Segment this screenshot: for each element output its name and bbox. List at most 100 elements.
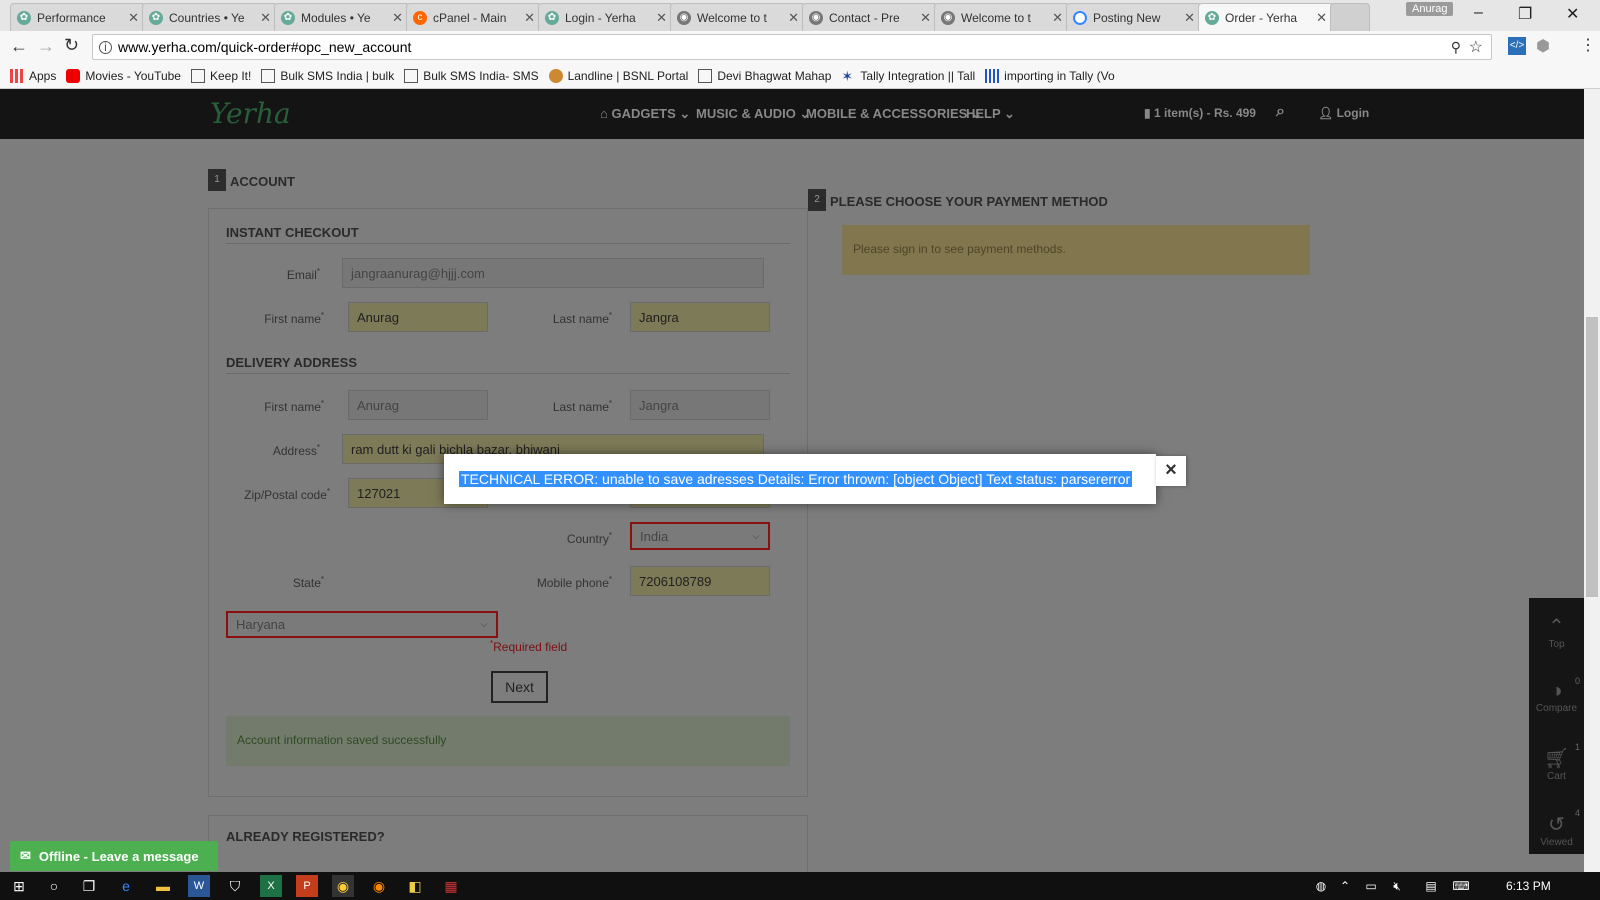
country-select[interactable]: India ⌵ bbox=[630, 522, 770, 550]
chrome-icon[interactable]: ◉ bbox=[332, 875, 354, 897]
browser-tab[interactable]: ✿ Login - Yerha ✕ bbox=[538, 3, 674, 31]
nav-music-audio[interactable]: MUSIC & AUDIO ⌄ bbox=[696, 106, 810, 122]
reload-icon[interactable]: ↻ bbox=[64, 35, 79, 56]
bookmark-keep-it[interactable]: Keep It! bbox=[190, 68, 251, 83]
state-select[interactable]: Haryana ⌵ bbox=[226, 611, 498, 638]
close-icon[interactable]: ✕ bbox=[788, 10, 799, 26]
edge-icon[interactable]: e bbox=[115, 875, 137, 897]
star-icon[interactable]: ☆ bbox=[1469, 37, 1483, 57]
search-icon[interactable]: ⌕ bbox=[1276, 103, 1285, 121]
required-star: * bbox=[608, 399, 612, 408]
excel-icon[interactable]: X bbox=[260, 875, 282, 897]
site-logo[interactable]: Yerha bbox=[210, 97, 291, 130]
store-icon[interactable]: ⛉ bbox=[224, 875, 246, 897]
close-icon[interactable]: ✕ bbox=[260, 10, 271, 26]
bookmark-tally-import[interactable]: importing in Tally (Vo bbox=[985, 68, 1115, 83]
compare-button[interactable]: 0 ◑ Compare bbox=[1529, 676, 1584, 714]
nav-help[interactable]: HELP ⌄ bbox=[966, 106, 1015, 122]
next-button[interactable]: Next bbox=[491, 671, 548, 703]
bookmark-tally[interactable]: ✶ Tally Integration || Tall bbox=[841, 69, 975, 83]
restore-icon[interactable]: ❐ bbox=[1518, 4, 1532, 24]
key-icon[interactable]: ⚲ bbox=[1451, 39, 1461, 56]
home-icon: ⌂ bbox=[600, 106, 612, 121]
battery-icon[interactable]: ▭ bbox=[1360, 875, 1382, 897]
label-text: Mobile phone bbox=[536, 576, 609, 590]
bookmark-devi[interactable]: Devi Bhagwat Mahap bbox=[698, 68, 832, 83]
bookmark-apps[interactable]: Apps bbox=[10, 68, 56, 83]
last-name-field[interactable]: Jangra bbox=[630, 302, 770, 332]
keyboard-icon[interactable]: ⌨ bbox=[1450, 875, 1472, 897]
windows-start-icon[interactable]: ⊞ bbox=[8, 875, 30, 897]
close-icon[interactable]: ✕ bbox=[1184, 10, 1195, 26]
delivery-first-name-field[interactable]: Anurag bbox=[348, 390, 488, 420]
cortana-icon[interactable]: ○ bbox=[43, 875, 65, 897]
close-icon[interactable]: × bbox=[1156, 456, 1186, 486]
close-icon[interactable]: ✕ bbox=[1316, 10, 1327, 26]
network-icon[interactable]: ◍ bbox=[1310, 875, 1332, 897]
extension-icon[interactable]: </> bbox=[1508, 37, 1526, 55]
back-arrow-icon[interactable]: ← bbox=[10, 36, 28, 57]
browser-tab-active[interactable]: ✿ Order - Yerha ✕ bbox=[1198, 3, 1334, 31]
close-icon[interactable]: ✕ bbox=[392, 10, 403, 26]
step-number: 1 bbox=[208, 169, 226, 191]
info-icon[interactable]: i bbox=[99, 40, 112, 54]
label-text: First name bbox=[264, 312, 321, 326]
address-bar[interactable]: i www.yerha.com/quick-order#opc_new_acco… bbox=[92, 34, 1492, 60]
bookmark-label: Devi Bhagwat Mahap bbox=[717, 68, 832, 83]
word-icon[interactable]: W bbox=[188, 875, 210, 897]
profile-badge[interactable]: Anurag bbox=[1406, 2, 1454, 16]
menu-dots-icon[interactable]: ⋮ bbox=[1580, 35, 1596, 55]
nav-gadgets[interactable]: ⌂ GADGETS ⌄ bbox=[600, 106, 690, 122]
page-scrollbar[interactable] bbox=[1584, 89, 1600, 872]
browser-tab[interactable]: ◉ Welcome to t ✕ bbox=[670, 3, 806, 31]
file-explorer-icon[interactable]: ▬ bbox=[152, 875, 174, 897]
mobile-phone-field[interactable]: 7206108789 bbox=[630, 566, 770, 596]
state-value: Haryana bbox=[236, 617, 286, 632]
close-icon[interactable]: ✕ bbox=[920, 10, 931, 26]
instant-checkout-heading: INSTANT CHECKOUT bbox=[226, 225, 359, 240]
bookmark-bulk-sms-2[interactable]: Bulk SMS India- SMS bbox=[404, 68, 539, 83]
close-icon[interactable]: ✕ bbox=[656, 10, 667, 26]
back-to-top-button[interactable]: ⌃ Top bbox=[1529, 614, 1584, 650]
minimize-icon[interactable]: – bbox=[1474, 4, 1483, 22]
bookmark-youtube[interactable]: Movies - YouTube bbox=[66, 68, 181, 83]
forward-arrow-icon[interactable]: → bbox=[37, 36, 55, 57]
browser-tab[interactable]: c cPanel - Main ✕ bbox=[406, 3, 542, 31]
tray-up-icon[interactable]: ⌃ bbox=[1334, 875, 1356, 897]
close-icon[interactable]: ✕ bbox=[524, 10, 535, 26]
close-window-icon[interactable]: ✕ bbox=[1566, 4, 1579, 24]
volume-muted-icon[interactable]: 🔇︎ bbox=[1386, 875, 1408, 897]
browser-tab[interactable]: ✿ Countries • Ye ✕ bbox=[142, 3, 278, 31]
archive-app-icon[interactable]: ▦ bbox=[440, 875, 462, 897]
powerpoint-icon[interactable]: P bbox=[296, 875, 318, 897]
notifications-icon[interactable]: ▤ bbox=[1420, 875, 1442, 897]
cart-button[interactable]: 1 🛒︎ Cart bbox=[1529, 742, 1584, 782]
bookmark-bsnl[interactable]: Landline | BSNL Portal bbox=[548, 68, 688, 83]
state-label: State* bbox=[220, 575, 324, 590]
cart-summary[interactable]: ▮ 1 item(s) - Rs. 499 bbox=[1144, 106, 1256, 120]
bookmark-bulk-sms[interactable]: Bulk SMS India | bulk bbox=[261, 68, 394, 83]
scrollbar-thumb[interactable] bbox=[1586, 317, 1598, 597]
delivery-last-name-field[interactable]: Jangra bbox=[630, 390, 770, 420]
extension-shield-icon[interactable]: ⬢ bbox=[1536, 36, 1550, 56]
browser-tab[interactable]: ◉ Contact - Pre ✕ bbox=[802, 3, 938, 31]
close-icon[interactable]: ✕ bbox=[128, 10, 139, 26]
new-tab-button[interactable] bbox=[1330, 3, 1370, 31]
browser-tab[interactable]: ✿ Performance ✕ bbox=[10, 3, 146, 31]
viewed-button[interactable]: 4 ↺ Viewed bbox=[1529, 808, 1584, 848]
chat-app-icon[interactable]: ◧ bbox=[404, 875, 426, 897]
nav-mobile-accessories[interactable]: MOBILE & ACCESSORIES ⌄ bbox=[806, 106, 982, 122]
chevron-up-icon: ⌃ bbox=[1548, 616, 1565, 638]
browser-tab[interactable]: ◉ Welcome to t ✕ bbox=[934, 3, 1070, 31]
browser-tab[interactable]: Posting New ✕ bbox=[1066, 3, 1202, 31]
offline-chat-button[interactable]: ✉ Offline - Leave a message bbox=[10, 841, 218, 871]
close-icon[interactable]: ✕ bbox=[1052, 10, 1063, 26]
login-link[interactable]: 👤︎ Login bbox=[1318, 106, 1369, 120]
task-view-icon[interactable]: ❐ bbox=[78, 875, 100, 897]
firefox-icon[interactable]: ◉ bbox=[368, 875, 390, 897]
email-field[interactable]: jangraanurag@hjjj.com bbox=[342, 258, 764, 288]
taskbar-clock[interactable]: 6:13 PM bbox=[1506, 879, 1551, 893]
required-field-note: *Required field bbox=[490, 639, 567, 654]
browser-tab[interactable]: ✿ Modules • Ye ✕ bbox=[274, 3, 410, 31]
first-name-field[interactable]: Anurag bbox=[348, 302, 488, 332]
